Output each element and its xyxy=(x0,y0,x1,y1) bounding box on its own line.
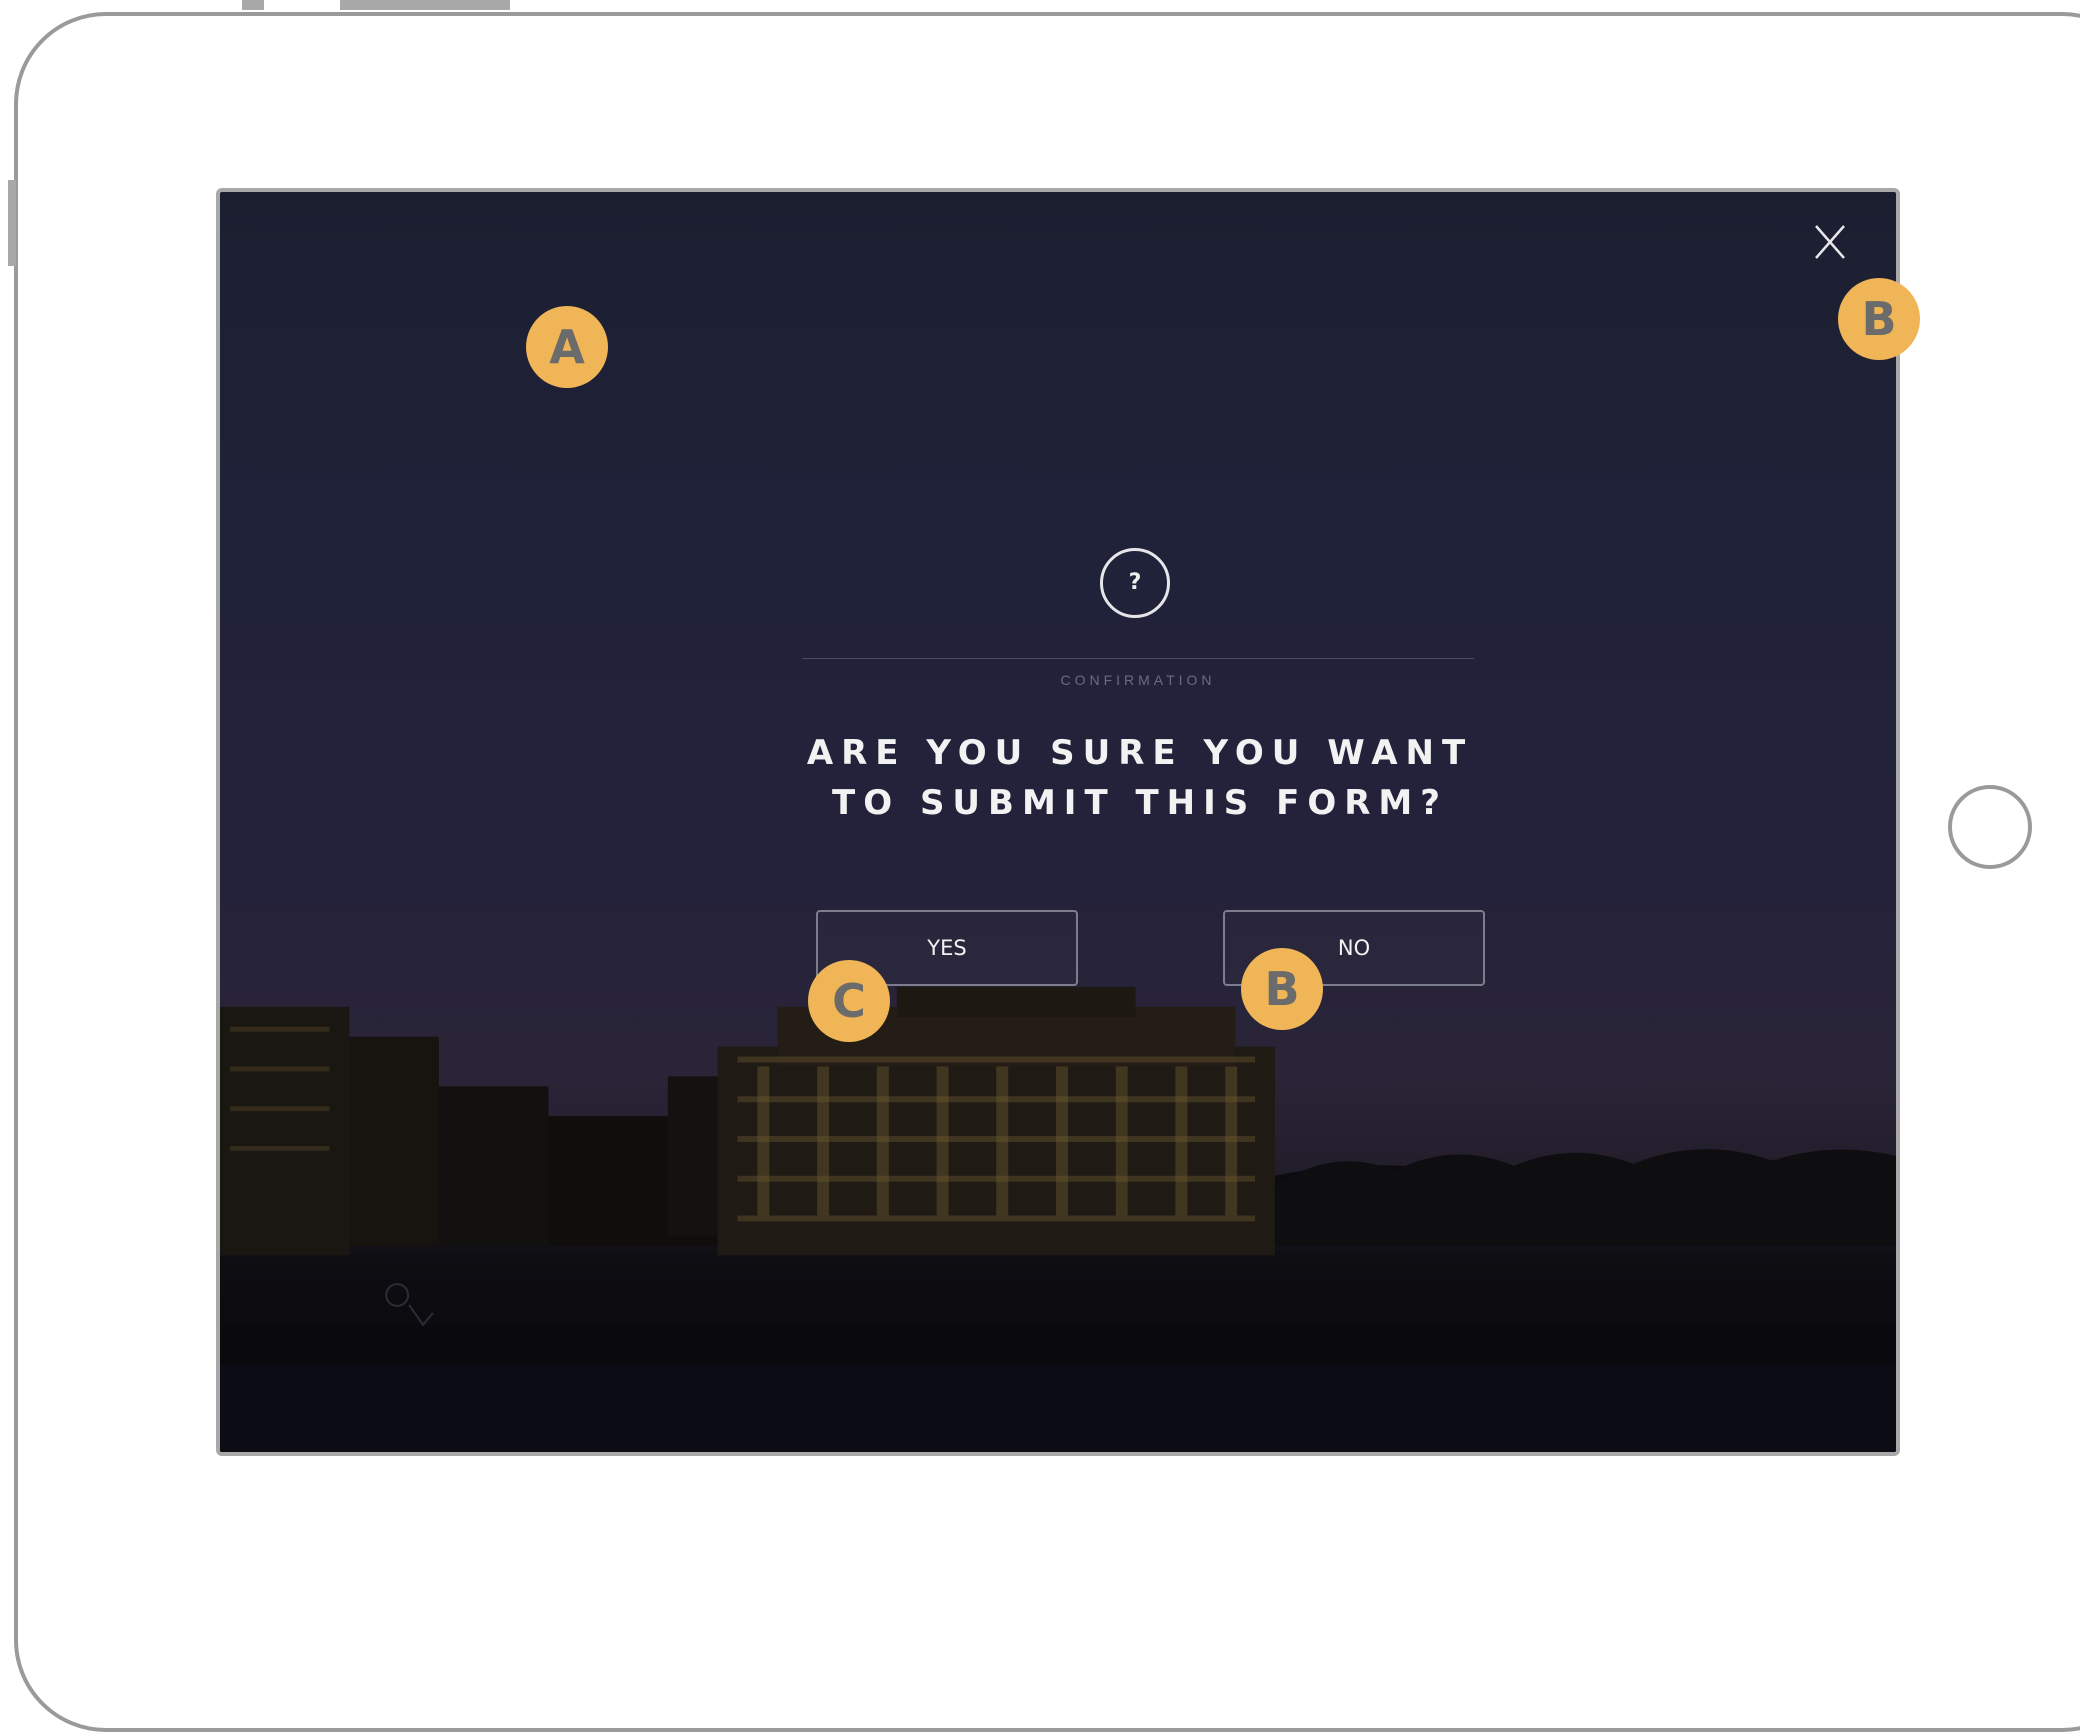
divider xyxy=(802,658,1474,659)
annotation-marker-b-no: B xyxy=(1241,948,1323,1030)
tablet-power-button xyxy=(340,0,510,10)
annotation-marker-b-close: B xyxy=(1838,278,1920,360)
app-screen: ? CONFIRMATION ARE YOU SURE YOU WANT TO … xyxy=(216,188,1900,1456)
question-mark-icon: ? xyxy=(1100,548,1170,618)
headline-line-1: ARE YOU SURE YOU WANT xyxy=(806,733,1474,773)
close-icon[interactable] xyxy=(1812,222,1848,262)
dialog-kicker: CONFIRMATION xyxy=(1060,672,1216,688)
tablet-top-button xyxy=(242,0,264,10)
home-button[interactable] xyxy=(1948,785,2032,869)
tablet-volume-button xyxy=(8,180,16,266)
annotation-marker-c-yes: C xyxy=(808,960,890,1042)
annotation-marker-a: A xyxy=(526,306,608,388)
headline-line-2: TO SUBMIT THIS FORM? xyxy=(832,783,1448,823)
dialog-headline: ARE YOU SURE YOU WANT TO SUBMIT THIS FOR… xyxy=(740,728,1540,828)
